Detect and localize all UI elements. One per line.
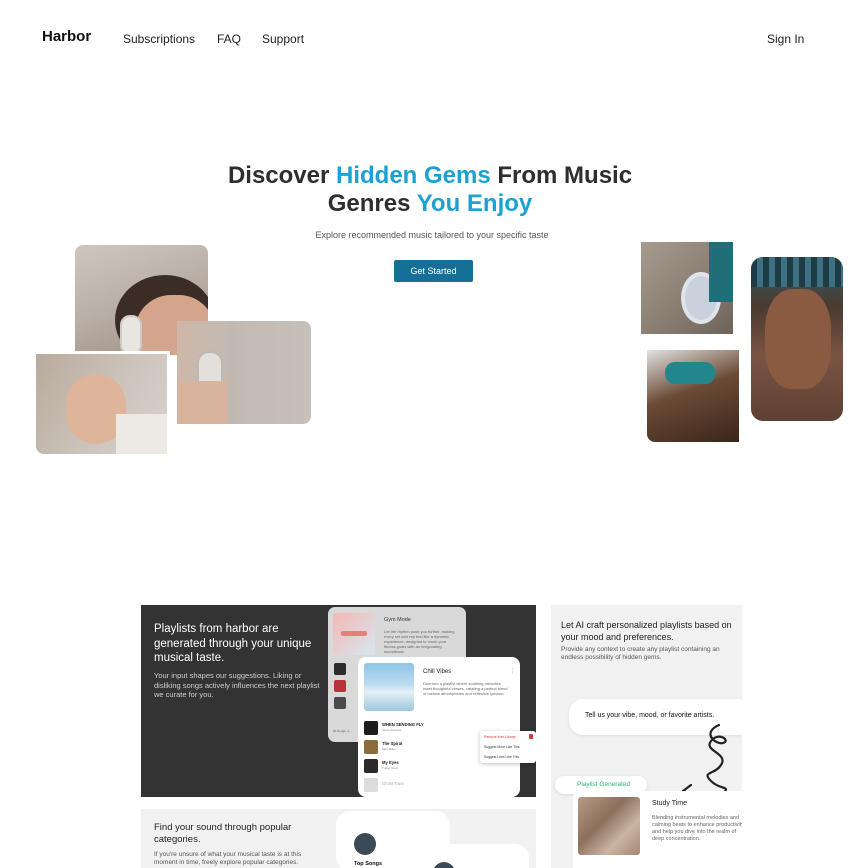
feature-panel-ai: Let AI craft personalized playlists base… [551, 605, 742, 868]
song-row[interactable]: My Eyes Travis Scott [364, 759, 474, 773]
badge-text: Playlist Generated [577, 781, 631, 788]
song-title: My Eyes [382, 760, 399, 765]
hero-photo-hands [647, 350, 739, 442]
hero-title-accent2: You Enjoy [416, 190, 533, 217]
hero-photo-hand-headphones [36, 351, 170, 454]
teal-headphones-shape [665, 362, 715, 384]
sweater-shape [116, 414, 167, 454]
category-avatar [354, 833, 376, 855]
gym-mode-artwork [333, 613, 375, 655]
song-row[interactable]: The Spiral Man Miller [364, 740, 474, 754]
song-artwork [364, 778, 378, 792]
chill-vibes-card[interactable]: Chill Vibes ⋮ Dive into a playlist where… [358, 657, 536, 797]
song-title: The Spiral [382, 741, 403, 746]
beanie-shape [751, 257, 843, 287]
menu-item-suggest-more[interactable]: Suggest More Like This [484, 745, 520, 749]
hero-title-accent1: Hidden Gems [336, 162, 491, 189]
song-artist: Some Kitaysia [382, 728, 402, 732]
menu-item-suggest-less[interactable]: Suggest Less Like This [484, 755, 519, 759]
face-shape-man [765, 289, 831, 389]
song-row[interactable]: Ghost Town [364, 778, 474, 792]
category-avatar [433, 862, 455, 868]
brand-logo[interactable]: Harbor [42, 28, 91, 45]
hero-title-part1: Discover [227, 162, 336, 189]
feature-panel-playlists: Playlists from harbor are generated thro… [141, 605, 536, 797]
headphone-icon [120, 315, 142, 355]
feature2-title: Let AI craft personalized playlists base… [561, 620, 732, 642]
hero-title: Discover Hidden Gems From Music Genres Y… [150, 162, 710, 218]
study-time-title: Study Time [652, 800, 688, 807]
chill-vibes-title: Chill Vibes [423, 669, 452, 675]
top-songs-label: Top Songs [354, 861, 383, 867]
song-title: Ghost Town [382, 781, 405, 786]
gym-song-art-2 [334, 680, 346, 692]
hero-photo-woman-side [177, 321, 311, 424]
feature3-body: If you're unsure of what your musical ta… [154, 851, 302, 866]
category-card[interactable] [415, 844, 529, 868]
gym-song-art-1 [334, 663, 346, 675]
song-title: WHEN SENDING FLY [382, 722, 424, 727]
nav-link-subscriptions[interactable]: Subscriptions [123, 32, 195, 46]
feature1-title: Playlists from harbor are generated thro… [154, 623, 312, 664]
gym-mode-footer: 20 Songs, 1... [333, 729, 352, 733]
trash-icon[interactable] [529, 734, 533, 739]
gym-song-art-3 [334, 697, 346, 709]
song-context-menu: Remove from Library Suggest More Like Th… [480, 731, 536, 763]
hero-title-part3: Genres [327, 190, 417, 217]
song-artwork [364, 740, 378, 754]
dumbbell-icon [341, 631, 367, 636]
gym-mode-title: Gym Mode [384, 617, 411, 623]
chill-vibes-artwork [364, 663, 414, 711]
hero-subtitle: Explore recommended music tailored to yo… [315, 230, 549, 240]
gym-mode-desc: Let the rhythm push you further, making … [384, 629, 455, 654]
more-options-icon[interactable]: ⋮ [509, 667, 516, 675]
chill-vibes-desc: Dive into a playlist where soothing melo… [423, 681, 508, 696]
nav-link-support[interactable]: Support [262, 32, 304, 46]
feature3-title: Find your sound through popular categori… [154, 822, 292, 845]
feature2-body: Provide any context to create any playli… [561, 646, 720, 661]
feature-panel-categories: Find your sound through popular categori… [141, 809, 536, 868]
song-row[interactable]: WHEN SENDING FLY Some Kitaysia [364, 721, 474, 735]
shoulder-shape [177, 381, 227, 424]
feature1-body: Your input shapes our suggestions. Likin… [154, 671, 320, 699]
study-time-card[interactable]: Study Time Blending instrumental melodie… [573, 791, 742, 868]
study-time-artwork [578, 797, 640, 855]
song-artist: Travis Scott [382, 766, 398, 770]
get-started-button[interactable]: Get Started [394, 260, 473, 282]
song-artwork [364, 721, 378, 735]
study-time-desc: Blending instrumental melodies and calmi… [652, 815, 742, 842]
song-artist: Man Miller [382, 747, 396, 751]
hero-photo-headphones-closeup [641, 242, 733, 334]
sign-in-link[interactable]: Sign In [767, 32, 804, 46]
hero-title-part2: From Music [490, 162, 633, 189]
nav-link-faq[interactable]: FAQ [217, 32, 241, 46]
vibe-prompt-text: Tell us your vibe, mood, or favorite art… [585, 712, 715, 719]
hero-photo-man-portrait [751, 257, 843, 421]
song-artwork [364, 759, 378, 773]
menu-item-remove[interactable]: Remove from Library [484, 735, 516, 739]
teal-band-shape [709, 242, 733, 302]
